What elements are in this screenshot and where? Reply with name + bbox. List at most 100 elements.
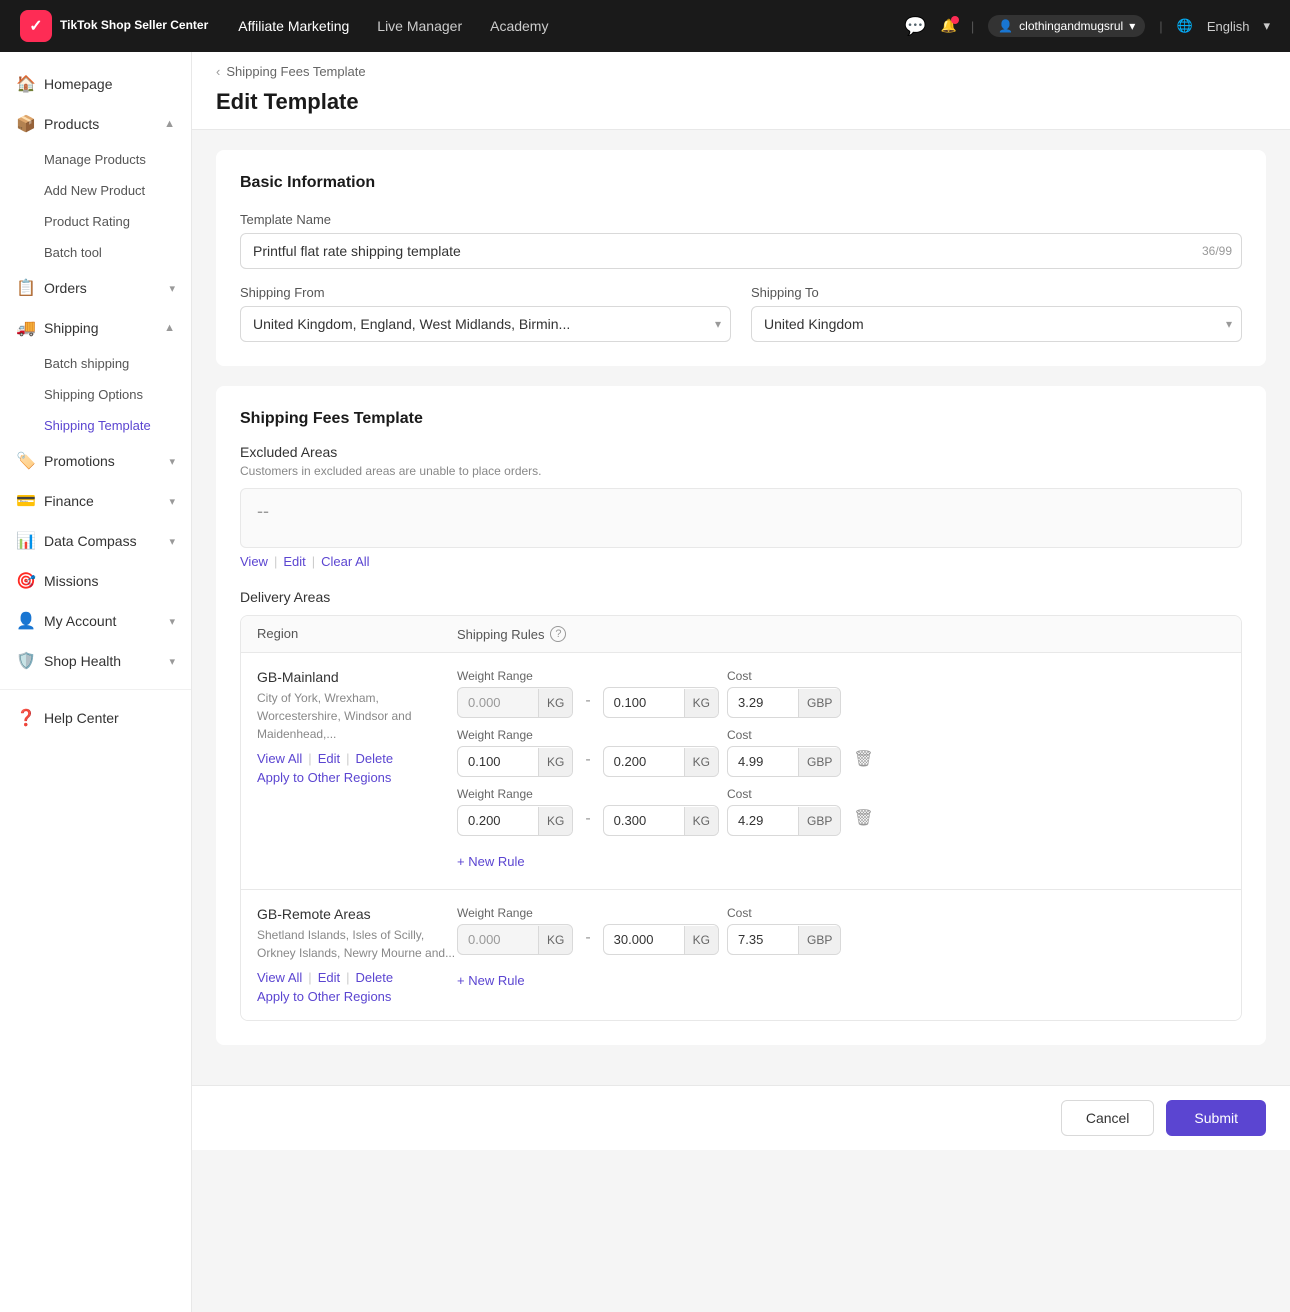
remote-rule-1-to-input[interactable] — [604, 925, 684, 954]
shipping-fees-title: Shipping Fees Template — [240, 410, 1242, 428]
excluded-edit-link[interactable]: Edit — [283, 554, 305, 569]
breadcrumb-link[interactable]: Shipping Fees Template — [226, 64, 365, 79]
breadcrumb: ‹ Shipping Fees Template — [216, 64, 1266, 79]
top-nav-right: 💬 🔔 | 👤 clothingandmugsrul ▾ | 🌐 English… — [904, 15, 1270, 37]
mainland-new-rule-button[interactable]: + New Rule — [457, 850, 525, 873]
sidebar-item-shipping[interactable]: 🚚 Shipping ▲ — [0, 308, 191, 348]
mainland-apply-to-others-link[interactable]: Apply to Other Regions — [257, 770, 457, 785]
mainland-rule-1-cost-input[interactable] — [728, 688, 798, 717]
remote-region-name: GB-Remote Areas — [257, 906, 457, 922]
excluded-view-link[interactable]: View — [240, 554, 268, 569]
remote-rule-1-from-group: Weight Range KG — [457, 906, 573, 955]
sidebar-item-products[interactable]: 📦 Products ▲ — [0, 104, 191, 144]
remote-rule-1-to-group: KG — [603, 906, 719, 955]
shipping-rules-help-icon[interactable]: ? — [550, 626, 566, 642]
shipping-to-select[interactable]: United Kingdom — [751, 306, 1242, 342]
mainland-delete-link[interactable]: Delete — [355, 751, 393, 766]
mainland-rule-3-cost-input[interactable] — [728, 806, 798, 835]
remote-rule-1-cost-input[interactable] — [728, 925, 798, 954]
excluded-areas-label: Excluded Areas — [240, 444, 1242, 460]
mainland-rule-3-from-unit: KG — [538, 807, 572, 835]
notification-icon[interactable]: 🔔 — [941, 18, 957, 34]
mainland-rule-3-to-input[interactable] — [604, 806, 684, 835]
nav-live-manager[interactable]: Live Manager — [377, 18, 462, 34]
main-content: ‹ Shipping Fees Template Edit Template B… — [192, 52, 1290, 1312]
sidebar-subitem-batch-shipping[interactable]: Batch shipping — [0, 348, 191, 379]
mainland-rule-1-from-wrap: KG — [457, 687, 573, 718]
account-button[interactable]: 👤 clothingandmugsrul ▾ — [988, 15, 1145, 37]
remote-delete-link[interactable]: Delete — [355, 970, 393, 985]
remote-rule-1-to-label — [603, 906, 719, 920]
orders-chevron-icon: ▾ — [169, 282, 175, 295]
nav-academy[interactable]: Academy — [490, 18, 548, 34]
sidebar-subitem-add-product[interactable]: Add New Product — [0, 175, 191, 206]
excluded-clear-link[interactable]: Clear All — [321, 554, 369, 569]
mainland-rule-3-from-group: Weight Range KG — [457, 787, 573, 836]
divider1: | — [971, 19, 974, 34]
remote-rule-1-to-unit: KG — [684, 926, 718, 954]
mainland-rule-1-to-input[interactable] — [604, 688, 684, 717]
sidebar-item-data-compass[interactable]: 📊 Data Compass ▾ — [0, 521, 191, 561]
remote-apply-to-others-link[interactable]: Apply to Other Regions — [257, 989, 457, 1004]
remote-rule-1-from-label: Weight Range — [457, 906, 573, 920]
sidebar-item-help-center[interactable]: ❓ Help Center — [0, 698, 191, 738]
remote-rule-1-from-unit: KG — [538, 926, 572, 954]
logo-icon: ✓ — [20, 10, 52, 42]
remote-region-desc: Shetland Islands, Isles of Scilly, Orkne… — [257, 926, 457, 962]
logo-text: TikTok Shop Seller Center — [60, 18, 208, 34]
remote-edit-link[interactable]: Edit — [318, 970, 340, 985]
products-icon: 📦 — [16, 114, 34, 134]
cancel-button[interactable]: Cancel — [1061, 1100, 1155, 1136]
mainland-edit-link[interactable]: Edit — [318, 751, 340, 766]
remote-region-col: GB-Remote Areas Shetland Islands, Isles … — [257, 906, 457, 1004]
home-icon: 🏠 — [16, 74, 34, 94]
sidebar-item-finance[interactable]: 💳 Finance ▾ — [0, 481, 191, 521]
mainland-rule-3-delete-button[interactable]: 🗑 — [849, 804, 877, 832]
sidebar-item-shop-health[interactable]: 🛡️ Shop Health ▾ — [0, 641, 191, 681]
template-name-input[interactable] — [240, 233, 1242, 269]
sidebar-subitem-shipping-template[interactable]: Shipping Template — [0, 410, 191, 441]
header-region: Region — [257, 626, 457, 642]
mainland-rule-2-to-input[interactable] — [604, 747, 684, 776]
excluded-areas-section: Excluded Areas Customers in excluded are… — [240, 444, 1242, 569]
nav-affiliate-marketing[interactable]: Affiliate Marketing — [238, 18, 349, 34]
breadcrumb-bar: ‹ Shipping Fees Template Edit Template — [192, 52, 1290, 130]
remote-new-rule-button[interactable]: + New Rule — [457, 969, 525, 992]
finance-icon: 💳 — [16, 491, 34, 511]
sidebar-subitem-product-rating[interactable]: Product Rating — [0, 206, 191, 237]
shipping-from-col: Shipping From United Kingdom, England, W… — [240, 285, 731, 342]
sidebar-label-help-center: Help Center — [44, 710, 119, 726]
mainland-rule-3-from-label: Weight Range — [457, 787, 573, 801]
sidebar-subitem-batch-tool[interactable]: Batch tool — [0, 237, 191, 268]
delivery-areas-label: Delivery Areas — [240, 589, 1242, 605]
sidebar-subitem-shipping-options[interactable]: Shipping Options — [0, 379, 191, 410]
mainland-rule-2-currency: GBP — [798, 748, 840, 776]
shipping-from-select[interactable]: United Kingdom, England, West Midlands, … — [240, 306, 731, 342]
sidebar-subitem-manage-products[interactable]: Manage Products — [0, 144, 191, 175]
header-shipping-rules: Shipping Rules ? — [457, 626, 1225, 642]
divider2: | — [1159, 19, 1162, 34]
mainland-rule-2-cost-input[interactable] — [728, 747, 798, 776]
sidebar-item-missions[interactable]: 🎯 Missions — [0, 561, 191, 601]
mainland-rule-1-cost-wrap: GBP — [727, 687, 841, 718]
sidebar: 🏠 Homepage 📦 Products ▲ Manage Products … — [0, 52, 192, 1312]
language-label[interactable]: English — [1207, 19, 1250, 34]
mainland-region-actions: View All | Edit | Delete — [257, 751, 457, 766]
remote-view-all-link[interactable]: View All — [257, 970, 302, 985]
mainland-view-all-link[interactable]: View All — [257, 751, 302, 766]
mainland-rule-3-from-input[interactable] — [458, 806, 538, 835]
remote-rules-col: Weight Range KG - — [457, 906, 1225, 1004]
mainland-rule-2-delete-button[interactable]: 🗑 — [849, 745, 877, 773]
submit-button[interactable]: Submit — [1166, 1100, 1266, 1136]
logo[interactable]: ✓ TikTok Shop Seller Center — [20, 10, 208, 42]
sidebar-item-promotions[interactable]: 🏷️ Promotions ▾ — [0, 441, 191, 481]
mainland-rule-2-from-input[interactable] — [458, 747, 538, 776]
mainland-rule-2-to-wrap: KG — [603, 746, 719, 777]
sidebar-item-homepage[interactable]: 🏠 Homepage — [0, 64, 191, 104]
sidebar-item-my-account[interactable]: 👤 My Account ▾ — [0, 601, 191, 641]
data-compass-chevron-icon: ▾ — [169, 535, 175, 548]
sidebar-item-orders[interactable]: 📋 Orders ▾ — [0, 268, 191, 308]
separator2: | — [312, 554, 315, 569]
chat-icon[interactable]: 💬 — [904, 16, 926, 37]
sidebar-label-shipping: Shipping — [44, 320, 99, 336]
